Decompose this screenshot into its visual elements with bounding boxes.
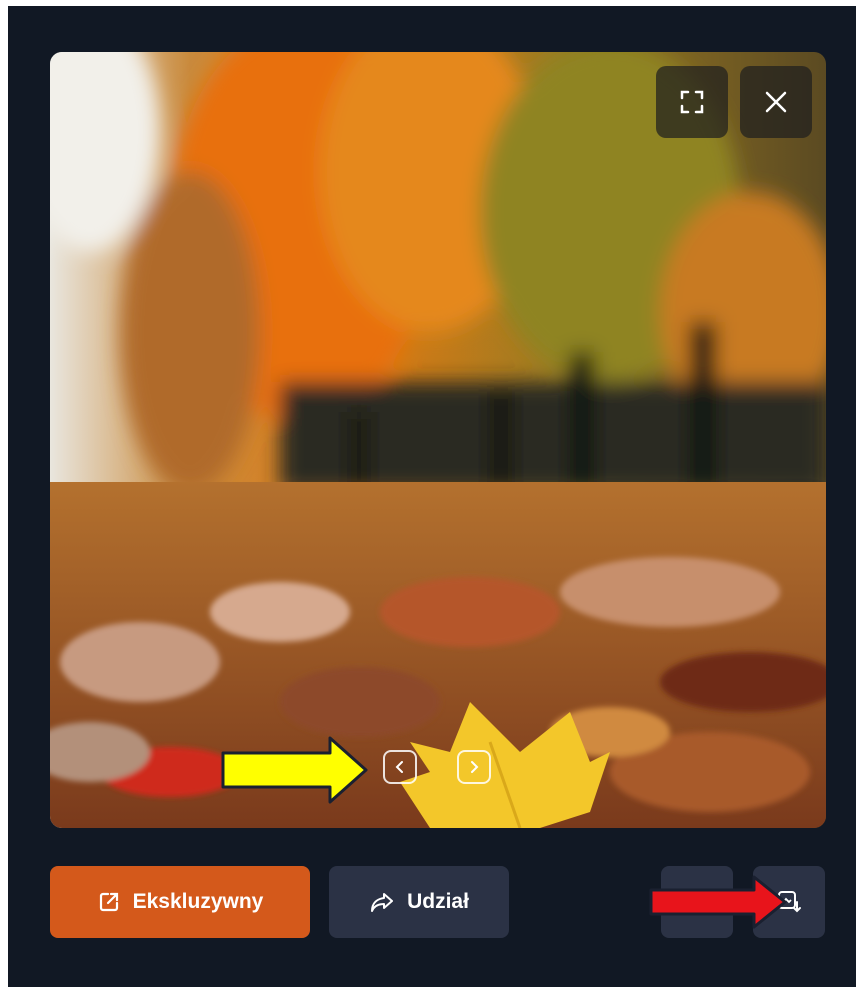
download-image-button[interactable] [753,866,825,938]
more-options-button[interactable] [661,866,733,938]
fullscreen-button[interactable] [656,66,728,138]
chevron-right-icon [471,761,479,773]
dot-icon [694,899,700,905]
expand-icon [680,90,704,114]
share-arrow-icon [371,893,394,912]
external-link-icon [99,892,118,912]
share-button[interactable]: Udział [329,866,509,938]
autumn-image [50,52,826,828]
close-button[interactable] [740,66,812,138]
autumn-leaves-photo [50,52,826,828]
previous-image-button[interactable] [383,750,417,784]
image-download-icon [778,891,801,913]
chevron-left-icon [395,761,403,773]
exclusive-button[interactable]: Ekskluzywny [50,866,310,938]
exclusive-label: Ekskluzywny [132,890,264,913]
close-icon [765,91,787,113]
next-image-button[interactable] [457,750,491,784]
share-label: Udział [407,890,469,913]
